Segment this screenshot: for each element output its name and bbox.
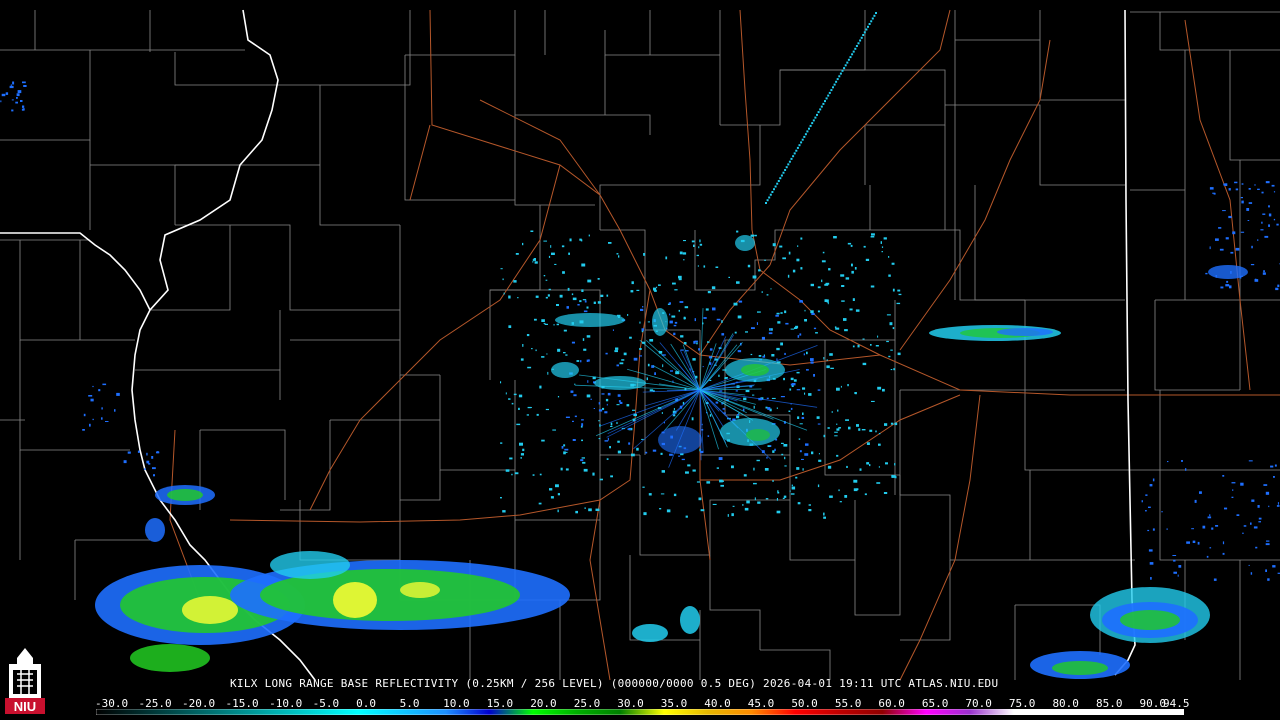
product-caption: KILX LONG RANGE BASE REFLECTIVITY (0.25K… bbox=[230, 677, 999, 690]
scale-labels: -30.0 -25.0 -20.0 -15.0 -10.0 -5.0 0.0 5.0 10.0 1… bbox=[95, 697, 1195, 710]
reflectivity-colorbar bbox=[96, 709, 1184, 715]
radar-echoes bbox=[0, 12, 1280, 679]
svg-text:NIU: NIU bbox=[14, 699, 36, 714]
niu-logo: NIU bbox=[5, 648, 45, 714]
radar-map bbox=[0, 9, 1280, 681]
